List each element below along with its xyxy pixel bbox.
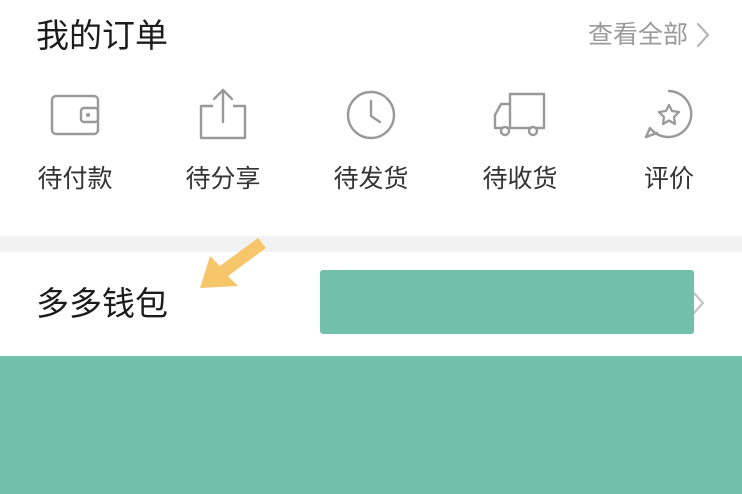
redaction-block [0, 356, 742, 494]
status-label: 待收货 [482, 164, 558, 193]
status-label: 待付款 [37, 164, 113, 193]
arrow-annotation-icon [200, 238, 266, 288]
wallet-icon [50, 94, 100, 136]
redaction-block [320, 270, 694, 334]
status-pending-ship[interactable]: 待发货 [311, 80, 431, 210]
order-status-row: 待付款 待分享 待发货 待收货 评价 [0, 80, 742, 210]
orders-header: 我的订单 查看全部 [0, 0, 742, 72]
wallet-row[interactable]: 多多钱包 [0, 252, 742, 354]
orders-title: 我的订单 [36, 16, 168, 55]
truck-icon [493, 92, 546, 137]
status-pending-receive[interactable]: 待收货 [460, 80, 580, 210]
view-all-label: 查看全部 [587, 20, 688, 49]
star-bubble-icon [644, 89, 693, 139]
status-label: 待发货 [333, 164, 409, 193]
chevron-right-icon [696, 22, 710, 48]
status-label: 待分享 [185, 164, 261, 193]
share-icon [199, 88, 247, 140]
section-divider [0, 236, 742, 252]
status-label: 评价 [643, 164, 694, 193]
status-review[interactable]: 评价 [609, 80, 729, 210]
orders-page: 我的订单 查看全部 待付款 待分享 待发货 待收货 评价 多多钱包 [0, 0, 742, 494]
wallet-title: 多多钱包 [36, 284, 168, 323]
status-pending-payment[interactable]: 待付款 [15, 80, 135, 210]
view-all-link[interactable]: 查看全部 [588, 17, 712, 53]
status-pending-share[interactable]: 待分享 [163, 80, 283, 210]
clock-icon [346, 90, 396, 140]
